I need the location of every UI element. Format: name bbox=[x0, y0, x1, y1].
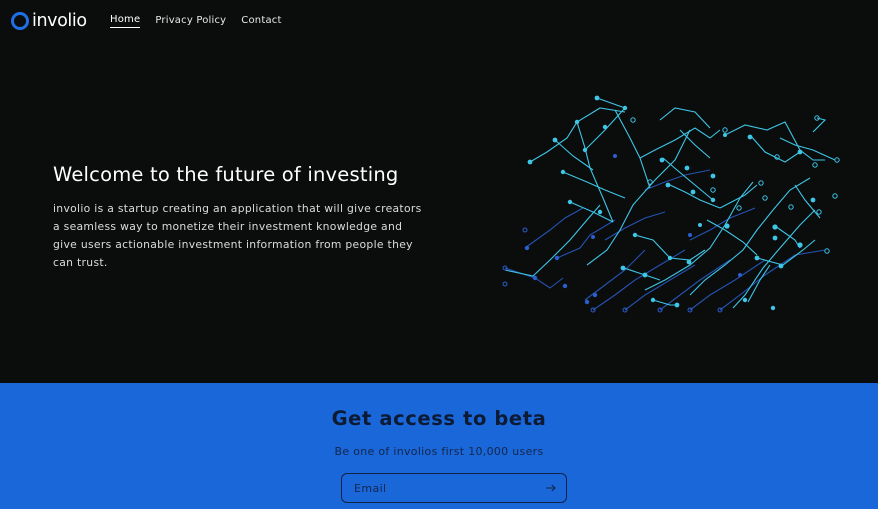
beta-subtitle: Be one of involios first 10,000 users bbox=[334, 445, 544, 458]
email-signup-form bbox=[341, 473, 567, 503]
hero-description: involio is a startup creating an applica… bbox=[53, 202, 422, 269]
circuit-network-illustration bbox=[502, 95, 840, 313]
nav-link-privacy-policy[interactable]: Privacy Policy bbox=[155, 14, 226, 28]
nav-link-contact[interactable]: Contact bbox=[241, 14, 281, 28]
arrow-right-icon bbox=[546, 484, 556, 492]
email-input[interactable] bbox=[342, 474, 532, 502]
logo[interactable]: involio bbox=[11, 10, 87, 32]
site-header: involio Home Privacy Policy Contact bbox=[0, 0, 878, 42]
main-nav: Home Privacy Policy Contact bbox=[110, 14, 282, 28]
nav-link-home[interactable]: Home bbox=[110, 14, 141, 28]
submit-button[interactable] bbox=[544, 481, 558, 495]
logo-text: involio bbox=[32, 11, 87, 31]
hero-title: Welcome to the future of investing bbox=[53, 163, 399, 186]
beta-title: Get access to beta bbox=[331, 407, 547, 430]
beta-signup-section: Get access to beta Be one of involios fi… bbox=[0, 383, 878, 509]
logo-ring-icon bbox=[11, 12, 29, 30]
